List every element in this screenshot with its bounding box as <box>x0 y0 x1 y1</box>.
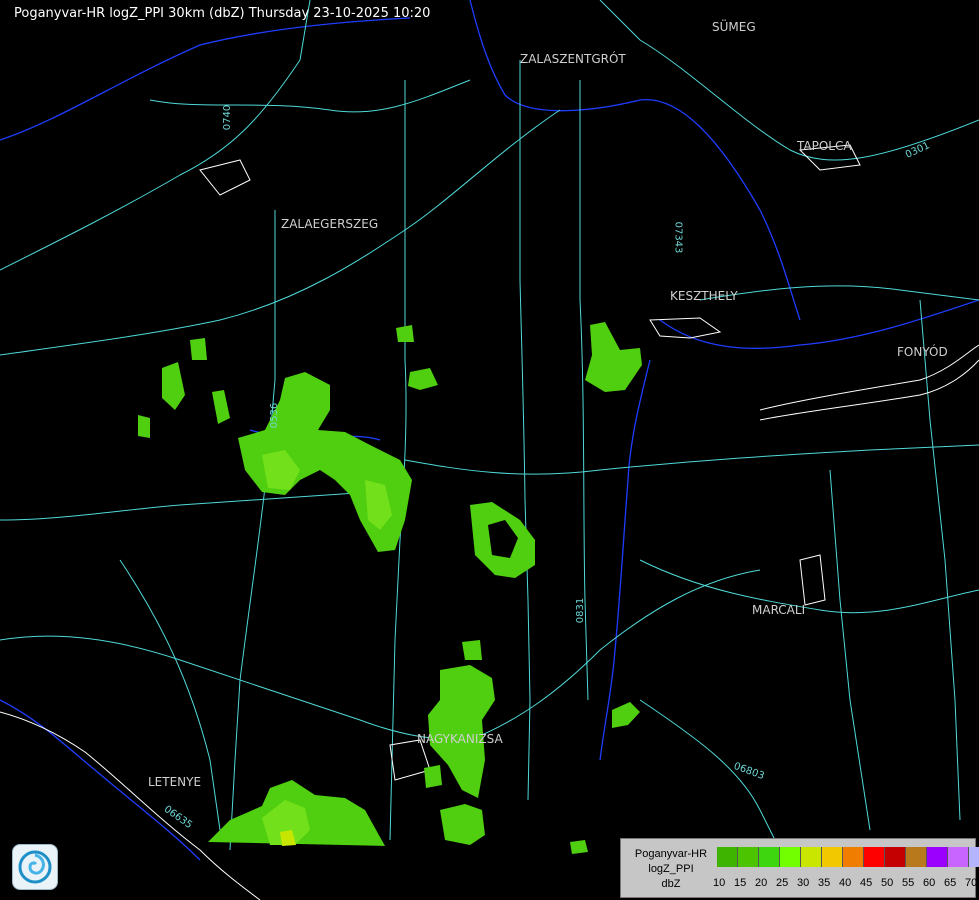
swirl-logo-icon <box>18 850 52 884</box>
legend-tick-label: 65 <box>944 877 957 889</box>
legend-title: Poganyvar-HR logZ_PPI dbZ <box>625 847 717 892</box>
legend-tick-label: 15 <box>734 877 747 889</box>
legend-tick-label: 40 <box>839 877 852 889</box>
legend-unit: dbZ <box>661 878 681 890</box>
legend-tick-label: 70 <box>965 877 978 889</box>
radar-map-canvas <box>0 0 979 900</box>
legend-product-name: logZ_PPI <box>648 863 694 875</box>
road-label-0831: 0831 <box>575 597 587 624</box>
legend-swatch <box>801 847 822 867</box>
legend-swatch <box>822 847 843 867</box>
legend-swatch <box>864 847 885 867</box>
legend-swatches <box>717 847 979 867</box>
legend-tick-label: 35 <box>818 877 831 889</box>
town-label-letenye: LETENYE <box>148 775 202 789</box>
legend-ticks: 10 15 20 25 30 35 40 45 50 55 60 65 70 <box>713 877 979 889</box>
legend-swatch <box>969 847 979 867</box>
legend-swatch <box>843 847 864 867</box>
town-label-zalaegerszeg: ZALAEGERSZEG <box>281 217 379 231</box>
town-label-marcali: MARCALI <box>752 603 806 617</box>
map-title: Poganyvar-HR logZ_PPI 30km (dbZ) Thursda… <box>14 6 431 21</box>
radar-map-view: Poganyvar-HR logZ_PPI 30km (dbZ) Thursda… <box>0 0 979 900</box>
legend-swatch <box>759 847 780 867</box>
legend-tick-label: 20 <box>755 877 768 889</box>
legend-swatch <box>885 847 906 867</box>
legend-tick-label: 60 <box>923 877 936 889</box>
town-label-keszthely: KESZTHELY <box>670 289 738 303</box>
legend-tick-label: 30 <box>797 877 810 889</box>
radar-echoes <box>138 322 642 854</box>
legend-swatch <box>780 847 801 867</box>
legend-swatch <box>906 847 927 867</box>
road-label-0536: 0536 <box>269 402 281 429</box>
legend-tick-label: 55 <box>902 877 915 889</box>
legend-tick-label: 25 <box>776 877 789 889</box>
legend-swatch <box>717 847 738 867</box>
legend-swatch <box>948 847 969 867</box>
legend-swatch <box>927 847 948 867</box>
town-label-tapolca: TAPOLCA <box>797 139 852 153</box>
town-label-nagykanizsa: NAGYKANIZSA <box>417 732 503 746</box>
legend-source-name: Poganyvar-HR <box>634 848 708 860</box>
legend-tick-label: 45 <box>860 877 873 889</box>
legend-tick-label: 50 <box>881 877 894 889</box>
town-label-zalaszentgrot: ZALASZENTGRÓT <box>520 52 626 66</box>
road-label-0740: 0740 <box>222 104 234 131</box>
legend-swatch <box>738 847 759 867</box>
color-scale-legend: Poganyvar-HR logZ_PPI dbZ 10 15 20 25 30 35 40… <box>620 838 979 898</box>
town-label-fonyod: FONYÓD <box>897 345 948 359</box>
legend-tick-label: 10 <box>713 877 726 889</box>
town-label-sumeg: SÜMEG <box>712 20 756 34</box>
agency-logo <box>12 844 58 890</box>
road-label-07343: 07343 <box>672 221 684 254</box>
